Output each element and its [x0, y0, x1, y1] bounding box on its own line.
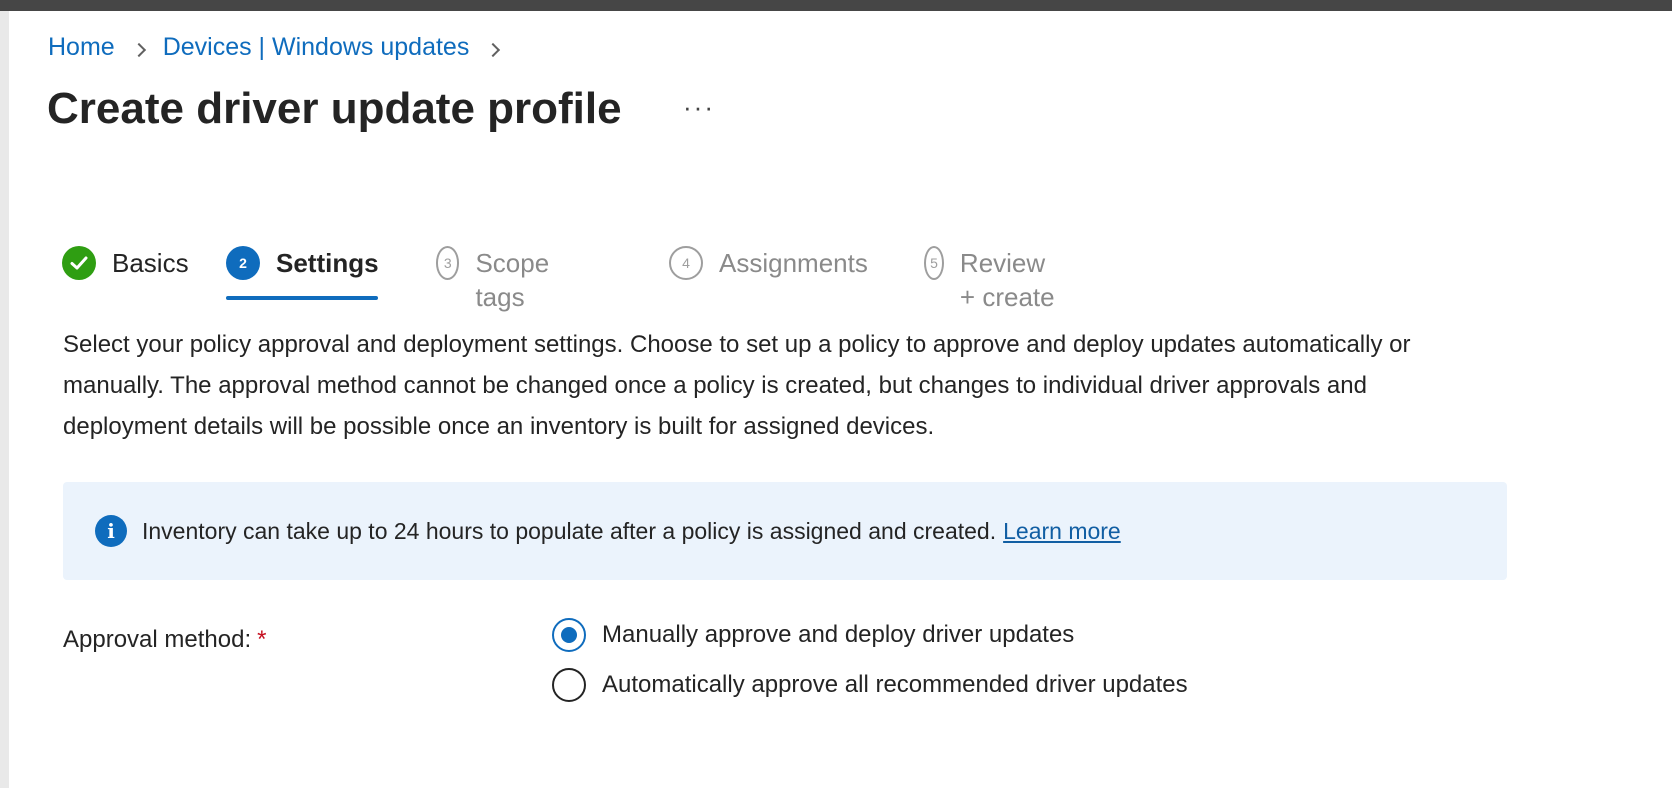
info-message-text: Inventory can take up to 24 hours to pop… — [142, 517, 997, 544]
radio-label: Automatically approve all recommended dr… — [602, 671, 1188, 698]
step-label: Review + create — [959, 248, 1055, 312]
radio-button-checked[interactable] — [552, 618, 586, 652]
step-assignments[interactable]: 4 Assignments — [669, 246, 868, 300]
step-label: Scope tags — [475, 248, 550, 312]
page-title: Create driver update profile — [47, 84, 622, 133]
more-options-button[interactable]: ··· — [683, 92, 715, 123]
settings-description: Select your policy approval and deployme… — [63, 331, 1411, 440]
window-top-bar — [0, 0, 1672, 11]
chevron-right-icon — [486, 42, 501, 57]
breadcrumb: Home Devices | Windows updates — [48, 30, 517, 64]
chevron-right-icon — [131, 42, 146, 57]
breadcrumb-devices-link[interactable]: Devices | Windows updates — [163, 33, 470, 62]
approval-method-label-text: Approval method: — [63, 626, 252, 653]
checkmark-icon — [62, 246, 96, 280]
active-step-underline — [226, 296, 378, 300]
step-basics[interactable]: Basics — [62, 246, 189, 300]
breadcrumb-separator — [115, 33, 163, 62]
step-scope-tags[interactable]: 3 Scope tags — [436, 246, 560, 312]
learn-more-link[interactable]: Learn more — [1003, 518, 1121, 545]
step-number-badge: 5 — [924, 246, 944, 280]
radio-dot — [561, 627, 577, 643]
approval-method-label: Approval method: * — [63, 626, 266, 654]
step-number-badge: 4 — [669, 246, 703, 280]
step-number-badge: 3 — [436, 246, 460, 280]
radio-manual-approve[interactable]: Manually approve and deploy driver updat… — [552, 618, 1074, 652]
step-label: Settings — [276, 248, 379, 278]
radio-label: Manually approve and deploy driver updat… — [602, 621, 1075, 648]
required-asterisk: * — [257, 626, 267, 653]
left-panel-edge — [0, 11, 9, 788]
step-settings[interactable]: 2 Settings — [226, 246, 379, 300]
step-label: Assignments — [719, 248, 868, 278]
breadcrumb-home-link[interactable]: Home — [48, 33, 115, 62]
radio-button-unchecked[interactable] — [552, 668, 586, 702]
breadcrumb-separator — [469, 33, 517, 62]
info-icon: i — [95, 515, 127, 547]
step-number-badge: 2 — [226, 246, 260, 280]
step-label: Basics — [112, 248, 189, 278]
step-review-create[interactable]: 5 Review + create — [924, 246, 1059, 312]
radio-auto-approve[interactable]: Automatically approve all recommended dr… — [552, 668, 1188, 702]
info-message-bar: i Inventory can take up to 24 hours to p… — [63, 482, 1507, 580]
